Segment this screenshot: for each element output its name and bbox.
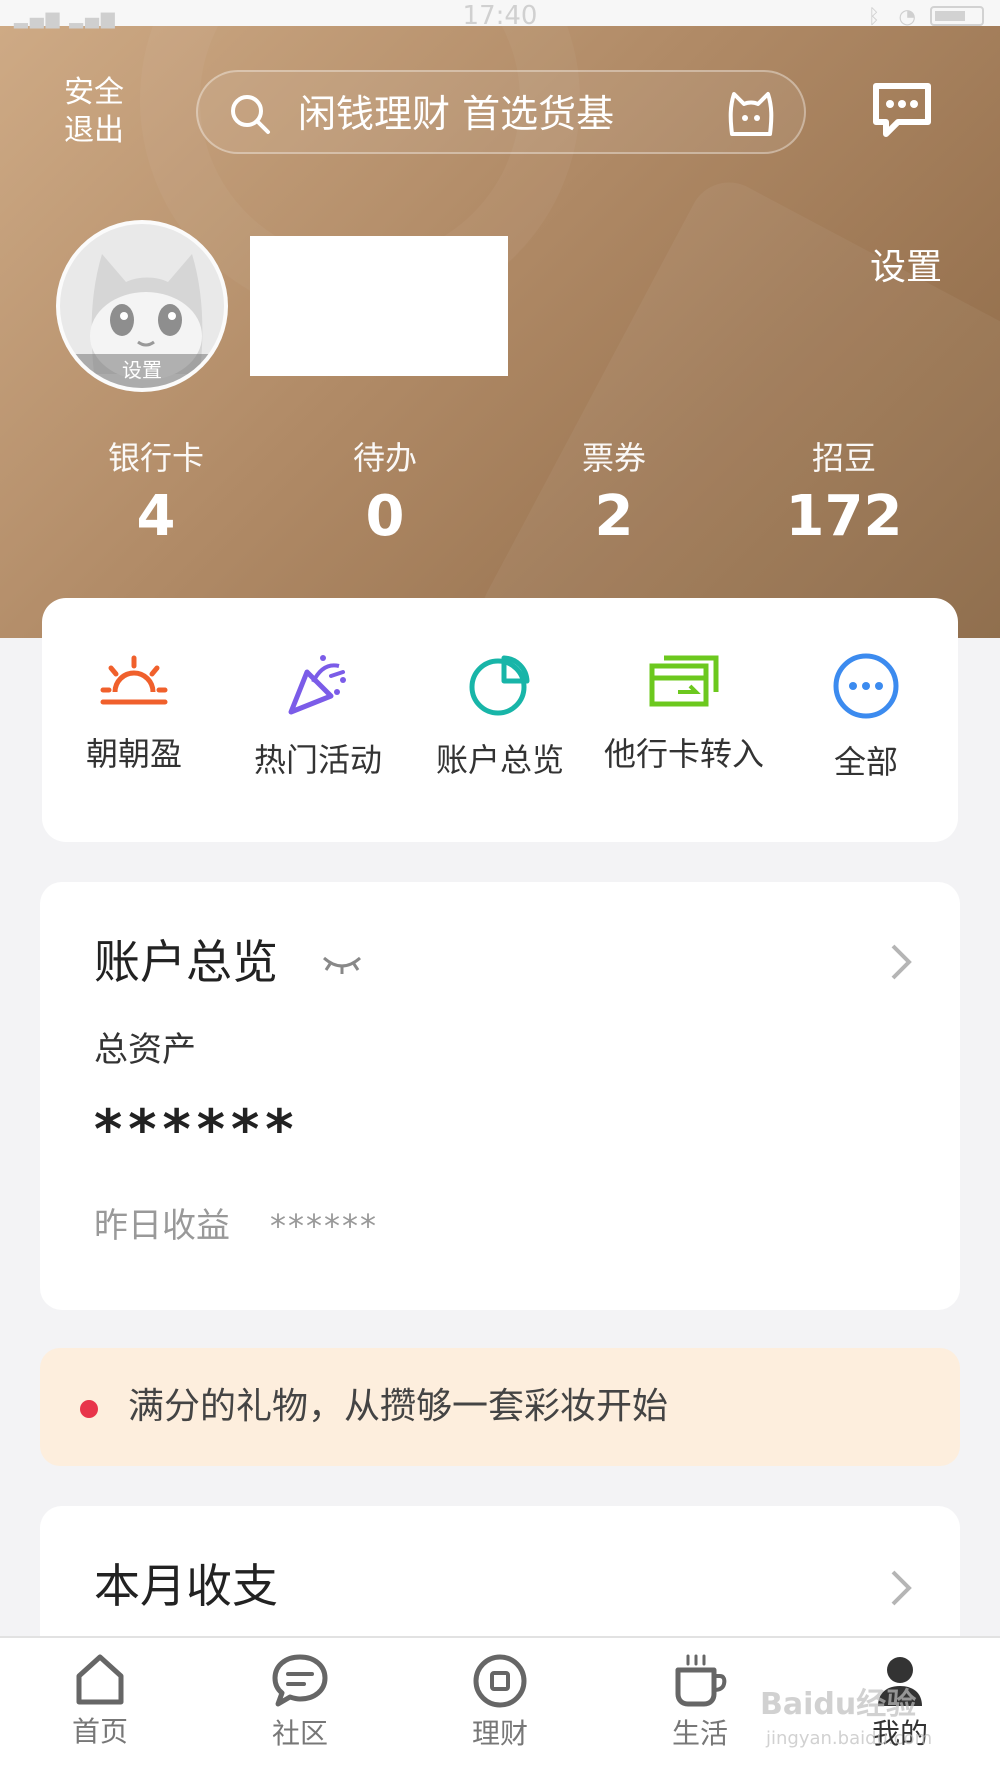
stat-value: 172 — [785, 484, 903, 549]
search-icon — [231, 95, 270, 134]
hero-decoration — [468, 168, 1000, 638]
card-transfer-icon — [649, 655, 719, 707]
shortcut-all[interactable]: 全部 — [776, 652, 956, 782]
party-popper-icon — [288, 655, 346, 715]
stat-value: 0 — [365, 484, 405, 549]
shortcut-label: 账户总览 — [435, 741, 564, 779]
yesterday-earnings-label: 昨日收益 — [94, 1206, 230, 1246]
overview-title: 账户总览 — [94, 935, 278, 989]
stat-todo[interactable]: 待办 0 — [270, 436, 500, 552]
status-time: 17:40 — [462, 1, 538, 31]
wealth-coin-icon — [473, 1654, 527, 1708]
status-bar: ▂▄▆ ▂▄▆ 17:40 ᛒ ◔ — [0, 0, 1000, 31]
account-overview-card[interactable]: 账户总览 总资产 ****** 昨日收益 ****** — [40, 882, 960, 1310]
promo-text: 满分的礼物，从攒够一套彩妆开始 — [128, 1386, 669, 1427]
more-icon — [833, 653, 899, 719]
account-stats: 银行卡 4 待办 0 票券 2 招豆 172 — [0, 436, 1000, 556]
total-assets-value: ****** — [94, 1098, 300, 1161]
shortcut-card-transfer[interactable]: 他行卡转入 — [594, 652, 774, 774]
baidu-watermark: Baidu经验 jingyan.baidu.com — [760, 1688, 932, 1756]
stat-bank-cards[interactable]: 银行卡 4 — [41, 436, 271, 552]
eye-closed-icon[interactable] — [320, 952, 364, 976]
shortcut-account-overview[interactable]: 账户总览 — [410, 652, 590, 780]
promo-banner[interactable]: 满分的礼物，从攒够一套彩妆开始 — [40, 1348, 960, 1466]
shortcut-label: 他行卡转入 — [603, 735, 764, 773]
alarm-icon: ◔ — [898, 4, 916, 28]
chevron-right-icon[interactable] — [888, 942, 914, 982]
search-bar[interactable]: 闲钱理财 首选货基 — [196, 70, 806, 154]
stat-value: 2 — [594, 484, 634, 549]
username-redacted — [250, 236, 508, 376]
tab-wealth[interactable]: 理财 — [400, 1652, 600, 1752]
pie-chart-icon — [469, 655, 530, 716]
message-icon[interactable] — [870, 80, 934, 142]
tab-home[interactable]: 首页 — [0, 1652, 200, 1750]
chevron-right-icon[interactable] — [888, 1568, 914, 1608]
red-dot-indicator — [80, 1400, 98, 1418]
stat-points[interactable]: 招豆 172 — [729, 436, 959, 552]
avatar-settings-badge: 设置 — [60, 354, 224, 388]
tab-label: 社区 — [271, 1717, 328, 1750]
yesterday-earnings-value: ****** — [270, 1207, 378, 1245]
stat-label: 银行卡 — [107, 439, 204, 477]
sunrise-icon — [100, 655, 168, 705]
stat-value: 4 — [136, 484, 176, 549]
shortcut-label: 热门活动 — [253, 741, 382, 779]
watermark-brand: Baidu经验 — [760, 1687, 917, 1722]
avatar[interactable]: 设置 — [56, 220, 228, 392]
tab-label: 首页 — [71, 1715, 128, 1748]
chat-bubble-icon — [272, 1654, 328, 1707]
settings-link[interactable]: 设置 — [870, 246, 942, 290]
watermark-url: jingyan.baidu.com — [766, 1728, 933, 1749]
stat-coupons[interactable]: 票券 2 — [499, 436, 729, 552]
shortcut-zhaozhaoying[interactable]: 朝朝盈 — [44, 652, 224, 774]
home-icon — [76, 1654, 124, 1705]
tab-community[interactable]: 社区 — [200, 1652, 400, 1752]
monthly-title: 本月收支 — [94, 1559, 278, 1613]
cat-mascot-icon[interactable] — [724, 88, 778, 140]
tab-label: 理财 — [471, 1717, 528, 1750]
coffee-cup-icon — [675, 1654, 727, 1707]
stat-label: 票券 — [581, 439, 646, 477]
stat-label: 招豆 — [811, 439, 876, 477]
logout-button[interactable]: 安全 退出 — [64, 74, 144, 150]
total-assets-label: 总资产 — [94, 1030, 196, 1070]
stat-label: 待办 — [352, 439, 417, 477]
shortcut-panel: 朝朝盈 热门活动 账户总览 他行卡转入 全部 — [42, 598, 958, 842]
bluetooth-icon: ᛒ — [868, 4, 880, 28]
shortcut-label: 朝朝盈 — [85, 735, 182, 773]
shortcut-hot-events[interactable]: 热门活动 — [228, 652, 408, 780]
search-placeholder: 闲钱理财 首选货基 — [298, 92, 615, 136]
battery-icon — [930, 6, 984, 26]
shortcut-label: 全部 — [833, 743, 898, 781]
